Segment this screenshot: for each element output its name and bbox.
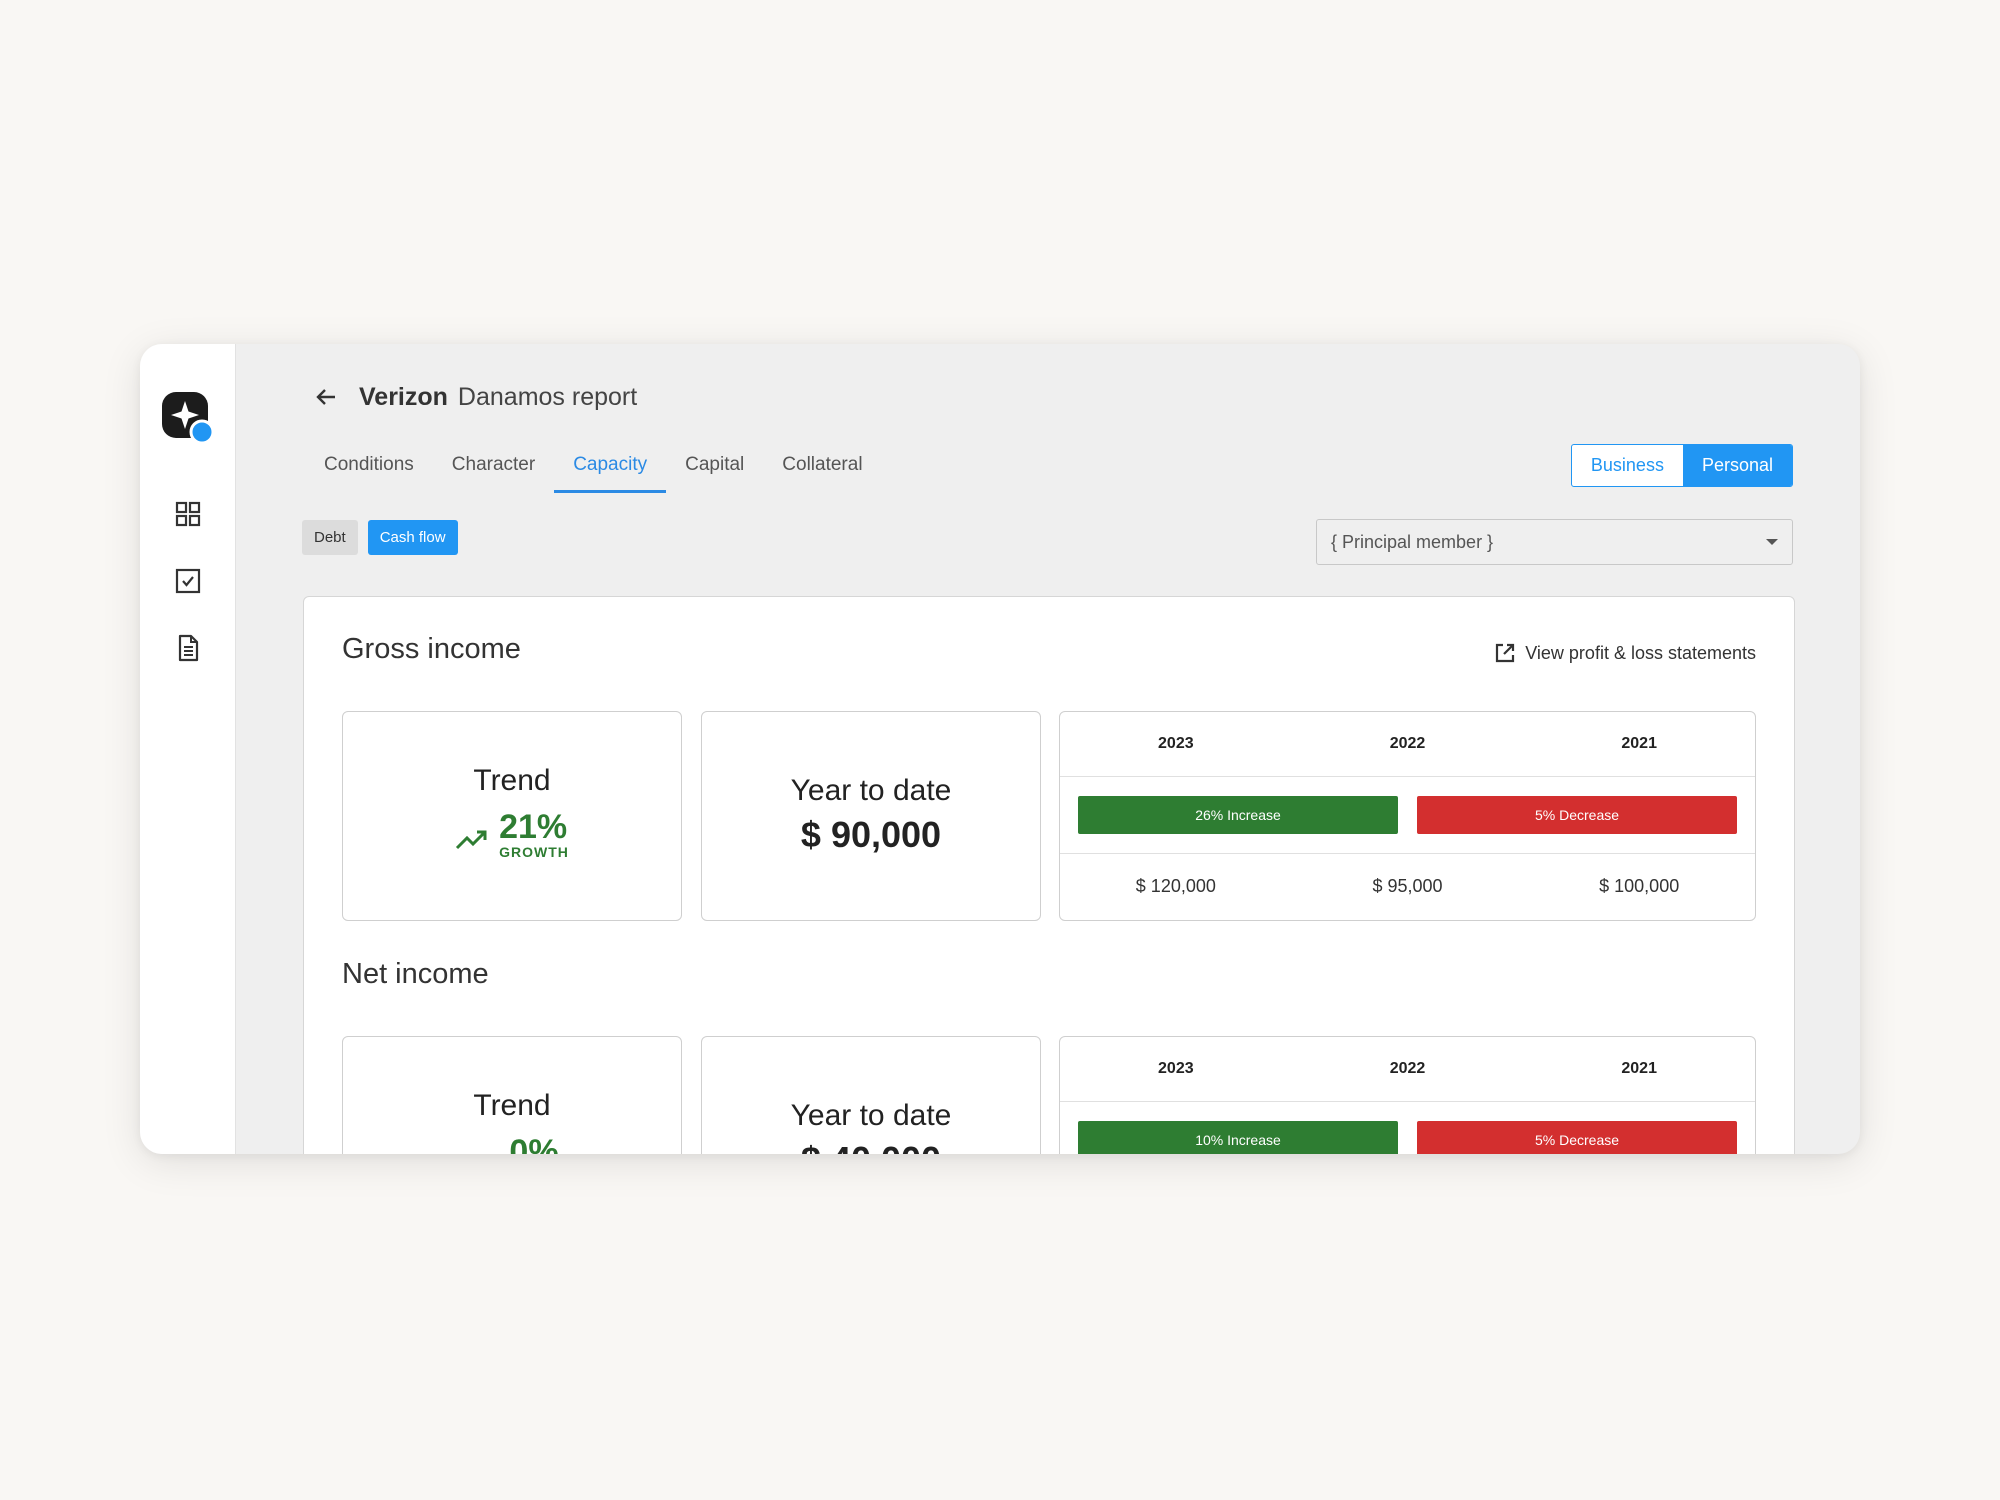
view-pl-statements-link[interactable]: View profit & loss statements [1493, 641, 1756, 665]
tab-bar: Conditions Character Capacity Capital Co… [305, 444, 882, 493]
debt-chip[interactable]: Debt [302, 520, 358, 555]
year-label: 2021 [1621, 735, 1657, 752]
trend-percent: 0% [509, 1133, 559, 1154]
tab-collateral[interactable]: Collateral [763, 444, 881, 493]
view-chips: Debt Cash flow [302, 520, 468, 555]
sidebar [140, 344, 236, 1154]
document-icon[interactable] [173, 633, 203, 663]
select-value: { Principal member } [1331, 531, 1494, 552]
ytd-value: $ 40,000 [702, 1139, 1040, 1154]
page-header: Verizon Danamos report [311, 382, 637, 412]
increase-badge: 26% Increase [1078, 796, 1398, 834]
cash-flow-chip[interactable]: Cash flow [367, 520, 458, 555]
trend-title: Trend [473, 1089, 551, 1122]
app-window: Verizon Danamos report Conditions Charac… [140, 344, 1860, 1154]
grid-icon[interactable] [173, 499, 203, 529]
net-ytd-card: Year to date $ 40,000 [701, 1036, 1041, 1154]
gross-income-title: Gross income [342, 633, 521, 665]
view-link-label: View profit & loss statements [1525, 642, 1756, 663]
amount-value: $ 95,000 [1372, 876, 1443, 896]
app-logo-icon[interactable] [162, 392, 214, 444]
trending-up-icon [465, 1149, 501, 1154]
year-label: 2023 [1158, 735, 1194, 752]
increase-badge: 10% Increase [1078, 1121, 1398, 1154]
chevron-down-icon [1766, 539, 1778, 545]
year-label: 2021 [1621, 1060, 1657, 1077]
gross-trend-card: Trend 21% GROWTH [342, 711, 682, 921]
tab-capacity[interactable]: Capacity [554, 444, 667, 493]
personal-toggle-button[interactable]: Personal [1682, 445, 1792, 486]
net-yearly-card: 2023 2022 2021 10% Increase 5% Decrease [1059, 1036, 1756, 1154]
change-row: 26% Increase 5% Decrease [1060, 777, 1755, 854]
principal-member-select[interactable]: { Principal member } [1316, 519, 1793, 565]
company-name: Verizon [359, 382, 448, 411]
change-row: 10% Increase 5% Decrease [1060, 1102, 1755, 1154]
arrow-left-icon[interactable] [311, 382, 341, 412]
trend-value-row: 21% GROWTH [343, 810, 681, 860]
external-link-icon [1496, 643, 1515, 663]
trend-value-row: 0% [343, 1135, 681, 1154]
main-content: Verizon Danamos report Conditions Charac… [235, 344, 1860, 1154]
gross-ytd-card: Year to date $ 90,000 [701, 711, 1041, 921]
tab-character[interactable]: Character [433, 444, 554, 493]
ytd-title: Year to date [790, 1099, 952, 1132]
business-toggle-button[interactable]: Business [1572, 445, 1683, 486]
tab-capital[interactable]: Capital [666, 444, 763, 493]
year-label: 2022 [1389, 735, 1426, 752]
amount-value: $ 100,000 [1599, 876, 1680, 896]
year-label: 2023 [1158, 1060, 1194, 1077]
year-label: 2022 [1389, 1060, 1426, 1077]
business-personal-toggle: Business Personal [1570, 444, 1793, 487]
trend-stack: 21% GROWTH [499, 810, 569, 860]
year-header-row: 2023 2022 2021 [1060, 1037, 1755, 1102]
trend-percent: 21% [499, 808, 568, 846]
amount-value: $ 120,000 [1135, 876, 1216, 896]
page-title: Danamos report [457, 382, 638, 411]
decrease-badge: 5% Decrease [1417, 796, 1737, 834]
decrease-badge: 5% Decrease [1417, 1121, 1737, 1154]
checkbox-icon[interactable] [173, 566, 203, 596]
amount-row: $ 120,000 $ 95,000 $ 100,000 [1060, 854, 1755, 918]
trend-title: Trend [473, 764, 551, 797]
ytd-value: $ 90,000 [800, 814, 942, 855]
gross-yearly-card: 2023 2022 2021 26% Increase 5% Decrease … [1059, 711, 1756, 921]
net-income-title: Net income [342, 958, 489, 990]
trending-up-icon [456, 830, 487, 850]
tab-conditions[interactable]: Conditions [305, 444, 433, 493]
year-header-row: 2023 2022 2021 [1060, 712, 1755, 777]
income-panel: Gross income View profit & loss statemen… [303, 596, 1795, 1154]
trend-growth-label: GROWTH [499, 844, 569, 860]
ytd-title: Year to date [790, 774, 952, 807]
net-trend-card: Trend 0% [342, 1036, 682, 1154]
